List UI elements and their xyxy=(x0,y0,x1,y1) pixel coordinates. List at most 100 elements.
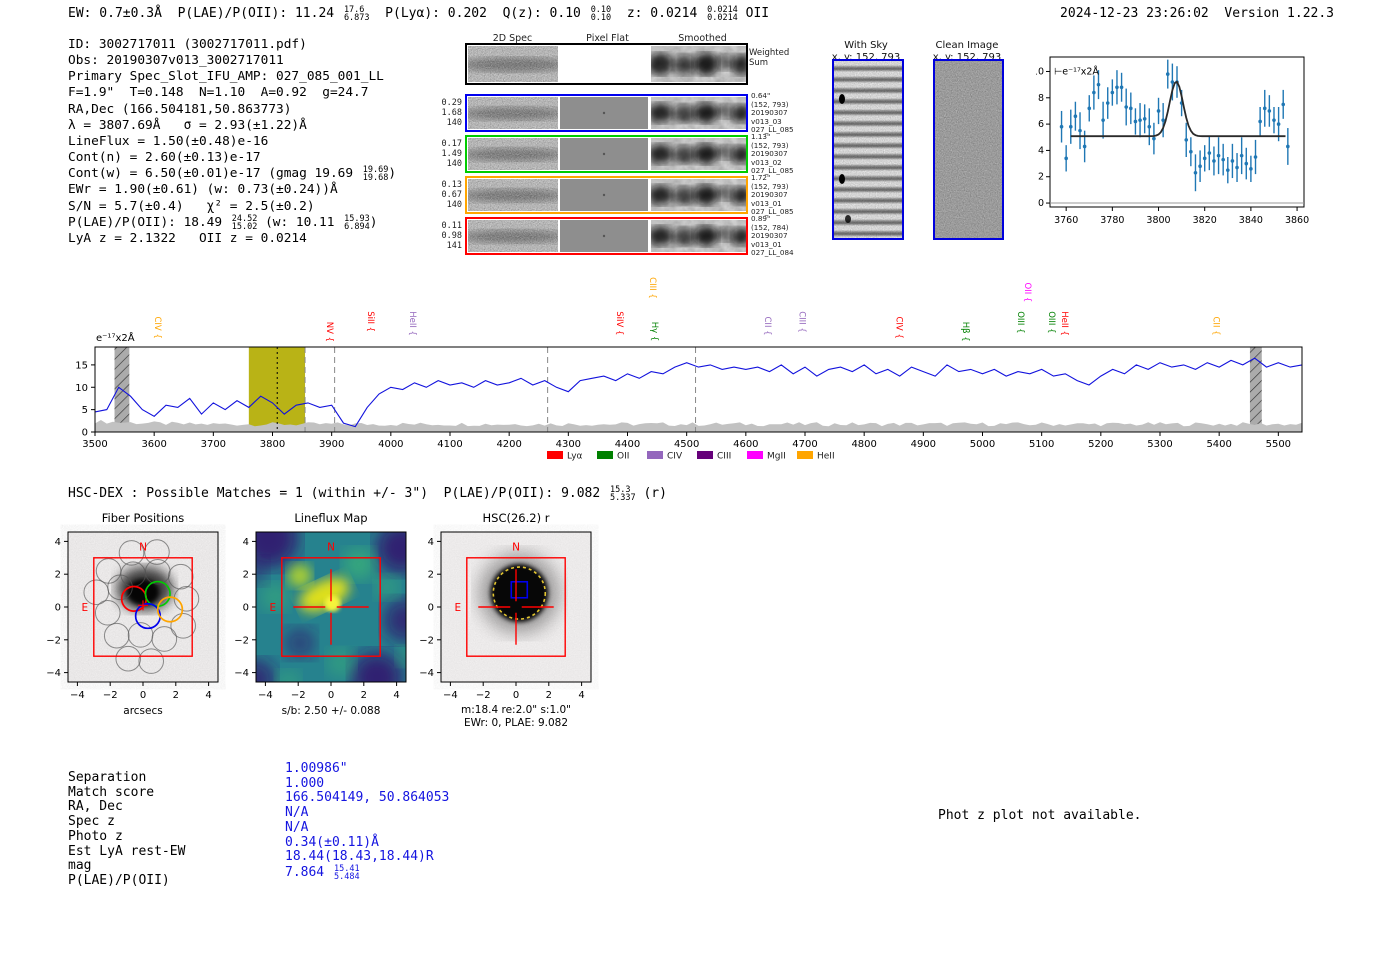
info-line-12: LyA z = 2.1322 OII z = 0.0214 xyxy=(68,231,396,247)
cutout-row-0 xyxy=(465,94,748,132)
emission-line-label: HeII { xyxy=(1059,311,1069,336)
main-ytick: 5 xyxy=(82,405,88,416)
main-xtick: 4500 xyxy=(674,439,699,450)
inset-data-point xyxy=(1207,151,1212,155)
inset-data-point xyxy=(1110,90,1115,95)
cutout-image-smooth xyxy=(651,179,746,211)
emission-line-label: CIII { xyxy=(797,311,807,333)
summary-text: P(Lyα): 0.202 xyxy=(369,6,487,21)
info-line-8: Cont(w) = 6.50(±0.01)e-17 (gmag 19.69 19… xyxy=(68,166,396,183)
info-line-11-text: P(LAE)/P(OII): 18.49 xyxy=(68,214,230,230)
match-label: Spec z xyxy=(68,814,115,830)
inset-data-point xyxy=(1258,119,1262,124)
row-left-value: 0.98 xyxy=(441,231,462,241)
panel-xtick: −2 xyxy=(476,690,491,701)
info-line-8-text: Cont(w) = 6.50(±0.01)e-17 (gmag 19.69 xyxy=(68,166,361,182)
row-left-value: 0.11 xyxy=(441,221,462,231)
match-table-values: 1.00986" 1.000 166.504149, 50.864053 N/A N/A… xyxy=(285,761,449,882)
emission-line-label: OIII { xyxy=(1046,311,1056,333)
row-left-value: 1.68 xyxy=(441,108,462,118)
line-fit-inset-plot: 3760 3780 3800 3820 3840 3860 0 2 4 6 8 10 ⊢e⁻¹⁷x2Å xyxy=(1036,48,1326,233)
north-label: N xyxy=(327,541,335,553)
panel-title: Fiber Positions xyxy=(102,511,185,525)
info-line-6-text: LineFlux = 1.50(±0.48)e-16 xyxy=(68,133,269,149)
inset-data-point xyxy=(1216,153,1221,158)
main-xtick: 4700 xyxy=(792,439,817,450)
report-version: Version 1.22.3 xyxy=(1224,6,1334,21)
cutout-image-spec2d xyxy=(468,138,558,170)
inset-data-point xyxy=(1161,118,1165,122)
emission-line-label: Hγ { xyxy=(649,322,659,342)
panel-xtick: −4 xyxy=(443,690,458,701)
row-right-labels: 1.13" (152, 793) 20190307 v013_02 027_LL_085 xyxy=(751,132,811,176)
cutout-row-3 xyxy=(465,217,748,255)
summary-text: z: 0.0214 xyxy=(611,6,706,21)
panel-ytick: −2 xyxy=(234,635,249,646)
panel-xtick: −4 xyxy=(258,690,273,701)
weighted-sum-line: Sum xyxy=(749,58,769,68)
inset-data-point xyxy=(1133,119,1138,124)
inset-data-point xyxy=(1101,118,1105,122)
info-line-5-text: λ = 3807.69Å σ = 2.93(±1.22)Å xyxy=(68,117,307,133)
panel-title: HSC(26.2) r xyxy=(483,511,550,525)
panel-xtick: 2 xyxy=(173,690,179,701)
summary-text: Q(z): 0.10 xyxy=(486,6,589,21)
report-date: 2024-12-23 23:26:02 xyxy=(1060,6,1209,21)
inset-data-point xyxy=(1156,109,1161,113)
match-label: Photo z xyxy=(68,828,123,844)
match-value-7-frac: 15.41 5.484 xyxy=(333,863,360,882)
match-value-0-text: 1.00986" xyxy=(285,761,348,776)
panel-ytick: 4 xyxy=(428,537,434,548)
inset-xtick: 3840 xyxy=(1239,215,1263,226)
inset-data-point xyxy=(1230,159,1235,163)
clean-image xyxy=(933,59,1004,240)
match-value-4-text: N/A xyxy=(285,819,309,835)
emission-line-label: Hβ { xyxy=(960,322,970,342)
inset-xtick: 3760 xyxy=(1054,215,1078,226)
info-line-7: Cont(n) = 2.60(±0.13)e-17 xyxy=(68,150,396,166)
hscdex-text: HSC-DEX : Possible Matches = 1 (within +… xyxy=(68,486,609,501)
match-value-5: 0.34(±0.11)Å xyxy=(285,835,449,851)
summary-text: P(LAE)/P(OII): 11.24 xyxy=(161,6,342,21)
panel-xlabel2: EWr: 0, PLAE: 9.082 xyxy=(464,717,568,729)
frac-lo: 5.337 xyxy=(610,493,636,503)
with-sky-image xyxy=(832,59,904,240)
weighted-sum-line: Weighted xyxy=(749,48,790,58)
cutout-image-white xyxy=(560,46,648,82)
cutout-row-weighted xyxy=(465,43,748,85)
info-line-12-text: LyA z = 2.1322 OII z = 0.0214 xyxy=(68,230,307,246)
legend-label: Lyα xyxy=(567,452,583,462)
detection-highlight-band xyxy=(248,347,306,432)
panel-ytick: −2 xyxy=(419,635,434,646)
panel-ytick: 2 xyxy=(243,570,249,581)
match-value-0: 1.00986" xyxy=(285,761,449,777)
panel-ytick: 2 xyxy=(428,570,434,581)
inset-data-point xyxy=(1193,170,1198,175)
main-xtick: 4200 xyxy=(496,439,521,450)
inset-data-point xyxy=(1165,72,1170,76)
summary-header: EW: 0.7±0.3Å P(LAE)/P(OII): 11.24 17.6 6.… xyxy=(68,5,769,23)
main-xtick: 4000 xyxy=(378,439,403,450)
row-left-labels: 0.13 0.67 140 xyxy=(418,180,462,210)
match-value-6: 18.44(18.43,18.44)R xyxy=(285,849,449,865)
east-label: E xyxy=(454,602,461,614)
hscdex-frac: 15.3 5.337 xyxy=(610,486,636,503)
panel-xtick: 2 xyxy=(546,690,552,701)
row-right-labels: 0.89" (152, 784) 20190307 v013_01 027_LL_084 xyxy=(751,214,811,258)
cutout-image-flat xyxy=(560,220,648,252)
summary-frac: 0.10 0.10 xyxy=(590,5,612,23)
inset-ytick: 10 xyxy=(1036,66,1044,77)
row-left-value: 140 xyxy=(446,200,462,210)
row-left-value: 0.17 xyxy=(441,139,462,149)
inset-data-point xyxy=(1059,124,1064,129)
hscdex-match-line: HSC-DEX : Possible Matches = 1 (within +… xyxy=(68,486,667,503)
main-xtick: 4900 xyxy=(911,439,936,450)
emission-line-label: CIV { xyxy=(152,317,162,339)
match-value-3: N/A xyxy=(285,805,449,821)
row-left-value: 140 xyxy=(446,159,462,169)
legend-swatch-CIV xyxy=(647,451,663,459)
panel-ytick: −4 xyxy=(46,668,61,679)
main-xtick: 3500 xyxy=(82,439,107,450)
inset-data-point xyxy=(1272,118,1276,122)
